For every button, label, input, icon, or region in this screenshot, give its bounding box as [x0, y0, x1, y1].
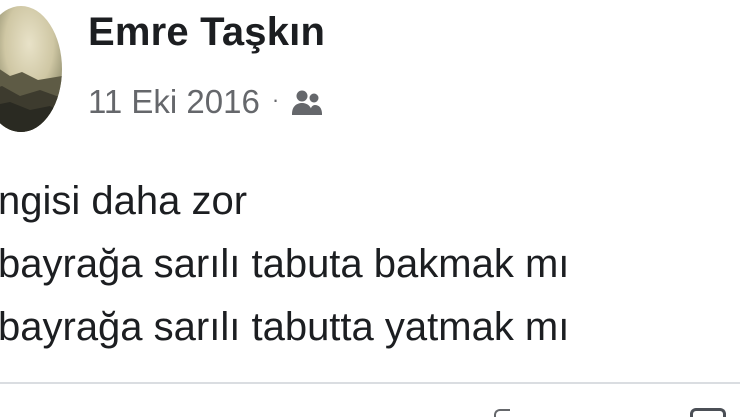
- post-body: ngisi daha zor bayrağa sarılı tabuta bak…: [0, 170, 740, 359]
- post-line: ngisi daha zor: [0, 179, 248, 223]
- like-icon[interactable]: [494, 409, 510, 417]
- post-date[interactable]: 11 Eki 2016: [88, 83, 260, 121]
- avatar[interactable]: [0, 6, 62, 132]
- author-name[interactable]: Emre Taşkın: [88, 10, 325, 55]
- friends-icon[interactable]: [289, 87, 325, 117]
- share-icon[interactable]: [690, 408, 726, 417]
- facebook-post: Emre Taşkın 11 Eki 2016 · ngisi daha zor…: [0, 0, 740, 417]
- post-meta: 11 Eki 2016 ·: [88, 82, 325, 122]
- post-line: bayrağa sarılı tabutta yatmak mı: [0, 305, 570, 349]
- post-actions-bar: [0, 384, 740, 417]
- post-line: bayrağa sarılı tabuta bakmak mı: [0, 242, 570, 286]
- meta-separator: ·: [271, 87, 280, 112]
